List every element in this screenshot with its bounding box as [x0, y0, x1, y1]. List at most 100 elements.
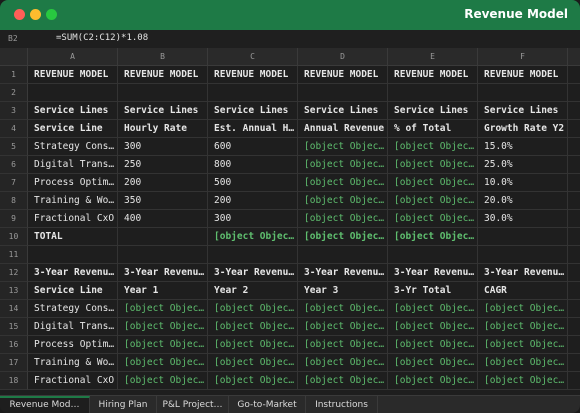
cell-d6[interactable]: [object Objec… — [298, 156, 388, 174]
cell-d1[interactable]: REVENUE MODEL — [298, 66, 388, 84]
row-header[interactable]: 8 — [0, 192, 28, 210]
cell-c12[interactable]: 3-Year Revenu… — [208, 264, 298, 282]
close-window-button[interactable] — [14, 9, 25, 20]
cell-c4[interactable]: Est. Annual H… — [208, 120, 298, 138]
cell-c3[interactable]: Service Lines — [208, 102, 298, 120]
formula-input[interactable]: =SUM(C2:C12)*1.08 — [56, 33, 148, 43]
row-header[interactable]: 16 — [0, 336, 28, 354]
cell-f3[interactable]: Service Lines — [478, 102, 568, 120]
sheet-tab-instructions[interactable]: Instructions — [306, 396, 378, 413]
row-header[interactable]: 14 — [0, 300, 28, 318]
cell-e2[interactable] — [388, 84, 478, 102]
cell-a7[interactable]: Process Optim… — [28, 174, 118, 192]
cell-e4[interactable]: % of Total — [388, 120, 478, 138]
cell-b1[interactable]: REVENUE MODEL — [118, 66, 208, 84]
cell-d15[interactable]: [object Objec… — [298, 318, 388, 336]
cell-e13[interactable]: 3-Yr Total — [388, 282, 478, 300]
cell-b14[interactable]: [object Objec… — [118, 300, 208, 318]
cell-d10[interactable]: [object Objec… — [298, 228, 388, 246]
row-header[interactable]: 10 — [0, 228, 28, 246]
cell-g13[interactable] — [568, 282, 580, 300]
cell-c6[interactable]: 800 — [208, 156, 298, 174]
row-header[interactable]: 6 — [0, 156, 28, 174]
cell-e8[interactable]: [object Objec… — [388, 192, 478, 210]
cell-c11[interactable] — [208, 246, 298, 264]
cell-c18[interactable]: [object Objec… — [208, 372, 298, 390]
cell-e14[interactable]: [object Objec… — [388, 300, 478, 318]
cell-e6[interactable]: [object Objec… — [388, 156, 478, 174]
cell-g17[interactable] — [568, 354, 580, 372]
row-header[interactable]: 5 — [0, 138, 28, 156]
cell-a14[interactable]: Strategy Cons… — [28, 300, 118, 318]
cell-e15[interactable]: [object Objec… — [388, 318, 478, 336]
column-header-c[interactable]: C — [208, 48, 298, 66]
cell-c13[interactable]: Year 2 — [208, 282, 298, 300]
cell-f7[interactable]: 10.0% — [478, 174, 568, 192]
cell-g11[interactable] — [568, 246, 580, 264]
cell-e10[interactable]: [object Objec… — [388, 228, 478, 246]
cell-b17[interactable]: [object Objec… — [118, 354, 208, 372]
row-header[interactable]: 13 — [0, 282, 28, 300]
cell-g6[interactable] — [568, 156, 580, 174]
sheet-tab-revenue-mod[interactable]: Revenue Mod… — [0, 396, 90, 413]
cell-g2[interactable] — [568, 84, 580, 102]
cell-a8[interactable]: Training & Wo… — [28, 192, 118, 210]
cell-b12[interactable]: 3-Year Revenu… — [118, 264, 208, 282]
cell-g1[interactable] — [568, 66, 580, 84]
cell-c1[interactable]: REVENUE MODEL — [208, 66, 298, 84]
cell-g3[interactable] — [568, 102, 580, 120]
cell-g5[interactable] — [568, 138, 580, 156]
cell-b6[interactable]: 250 — [118, 156, 208, 174]
row-header[interactable]: 4 — [0, 120, 28, 138]
row-header[interactable]: 3 — [0, 102, 28, 120]
cell-a1[interactable]: REVENUE MODEL — [28, 66, 118, 84]
cell-b18[interactable]: [object Objec… — [118, 372, 208, 390]
cell-f13[interactable]: CAGR — [478, 282, 568, 300]
column-header-b[interactable]: B — [118, 48, 208, 66]
cell-b11[interactable] — [118, 246, 208, 264]
row-header[interactable]: 11 — [0, 246, 28, 264]
cell-e3[interactable]: Service Lines — [388, 102, 478, 120]
column-header-g[interactable]: G — [568, 48, 580, 66]
cell-c16[interactable]: [object Objec… — [208, 336, 298, 354]
cell-g7[interactable] — [568, 174, 580, 192]
cell-g4[interactable] — [568, 120, 580, 138]
cell-b2[interactable] — [118, 84, 208, 102]
row-header[interactable]: 18 — [0, 372, 28, 390]
maximize-window-button[interactable] — [46, 9, 57, 20]
cell-g9[interactable] — [568, 210, 580, 228]
cell-d2[interactable] — [298, 84, 388, 102]
cell-b16[interactable]: [object Objec… — [118, 336, 208, 354]
cell-c7[interactable]: 500 — [208, 174, 298, 192]
cell-a9[interactable]: Fractional CxO — [28, 210, 118, 228]
cell-a15[interactable]: Digital Trans… — [28, 318, 118, 336]
cell-d17[interactable]: [object Objec… — [298, 354, 388, 372]
cell-a3[interactable]: Service Lines — [28, 102, 118, 120]
cell-a16[interactable]: Process Optim… — [28, 336, 118, 354]
cell-f8[interactable]: 20.0% — [478, 192, 568, 210]
cell-e11[interactable] — [388, 246, 478, 264]
cell-e12[interactable]: 3-Year Revenu… — [388, 264, 478, 282]
column-header-e[interactable]: E — [388, 48, 478, 66]
row-header[interactable]: 7 — [0, 174, 28, 192]
cell-f2[interactable] — [478, 84, 568, 102]
cell-a6[interactable]: Digital Trans… — [28, 156, 118, 174]
cell-d16[interactable]: [object Objec… — [298, 336, 388, 354]
cell-e18[interactable]: [object Objec… — [388, 372, 478, 390]
cell-b5[interactable]: 300 — [118, 138, 208, 156]
cell-f5[interactable]: 15.0% — [478, 138, 568, 156]
cell-d5[interactable]: [object Objec… — [298, 138, 388, 156]
cell-e1[interactable]: REVENUE MODEL — [388, 66, 478, 84]
cell-f10[interactable] — [478, 228, 568, 246]
cell-c8[interactable]: 200 — [208, 192, 298, 210]
cell-e16[interactable]: [object Objec… — [388, 336, 478, 354]
cell-c15[interactable]: [object Objec… — [208, 318, 298, 336]
cell-d12[interactable]: 3-Year Revenu… — [298, 264, 388, 282]
cell-b10[interactable] — [118, 228, 208, 246]
cell-g16[interactable] — [568, 336, 580, 354]
row-header[interactable]: 15 — [0, 318, 28, 336]
cell-a18[interactable]: Fractional CxO — [28, 372, 118, 390]
row-header[interactable]: 2 — [0, 84, 28, 102]
cell-f11[interactable] — [478, 246, 568, 264]
cell-a11[interactable] — [28, 246, 118, 264]
